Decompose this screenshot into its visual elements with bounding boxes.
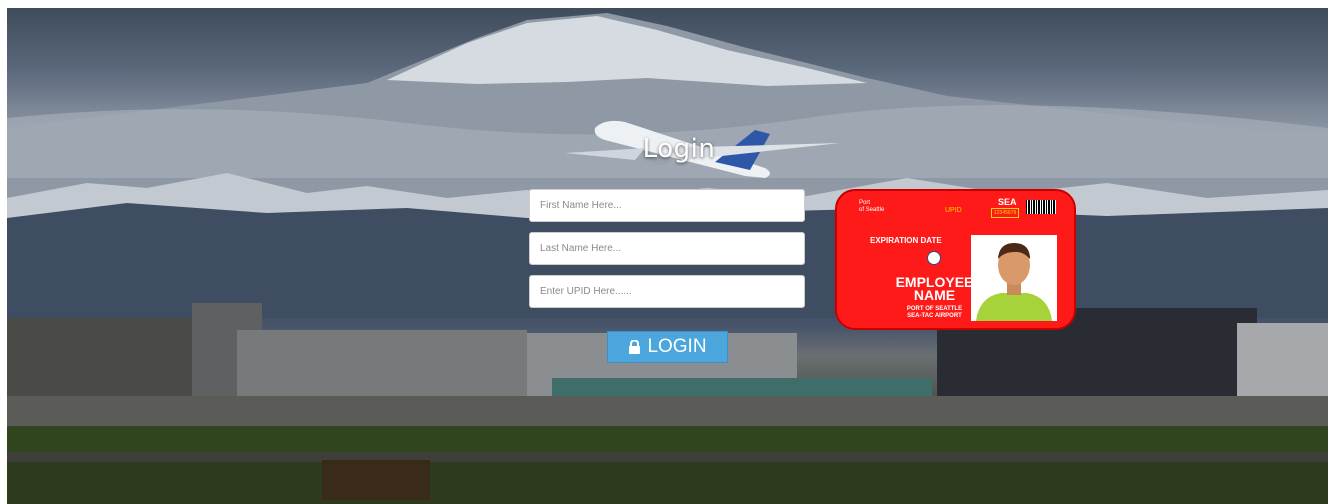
badge-upid-number: 12345678 xyxy=(991,208,1020,218)
port-of-seattle-logo: Port of Seattle xyxy=(859,200,884,214)
first-name-input[interactable] xyxy=(529,189,805,222)
employee-badge-image: Port of Seattle SEA UPID 12345678 EXPIRA… xyxy=(835,189,1076,330)
barcode-icon xyxy=(1026,200,1056,214)
badge-upid-label: UPID xyxy=(945,207,962,214)
login-title: Login xyxy=(642,134,716,164)
badge-sea: SEA xyxy=(998,197,1017,207)
upid-input[interactable] xyxy=(529,275,805,308)
lock-icon xyxy=(629,339,641,354)
port-logo-line2: of Seattle xyxy=(859,207,885,213)
person-avatar-icon xyxy=(971,235,1057,321)
login-button[interactable]: LOGIN xyxy=(607,331,728,363)
last-name-input[interactable] xyxy=(529,232,805,265)
employee-photo xyxy=(971,235,1057,321)
badge-expiration: EXPIRATION DATE xyxy=(870,236,942,245)
login-page: Login LOGIN Port of Seattle SEA UPID 123… xyxy=(7,8,1328,504)
dhs-seal-icon xyxy=(927,251,941,265)
port-logo-line1: Port xyxy=(859,200,871,206)
login-button-label: LOGIN xyxy=(647,336,707,357)
